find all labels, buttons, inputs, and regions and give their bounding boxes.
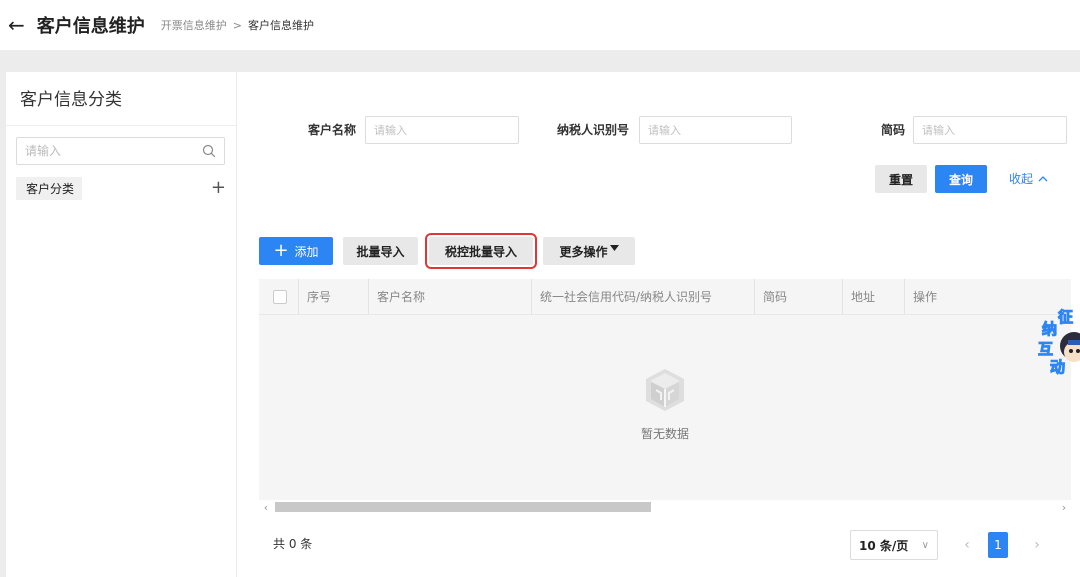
next-page-icon[interactable]: › [1027, 530, 1047, 560]
short-name-label: 简码 [881, 123, 906, 137]
more-operations-label: 更多操作 [559, 244, 608, 259]
prev-page-icon[interactable]: ‹ [957, 530, 977, 560]
more-operations-button[interactable]: 更多操作 [543, 237, 635, 265]
col-index: 序号 [299, 279, 369, 314]
scroll-right-icon[interactable]: › [1057, 501, 1071, 514]
batch-import-button[interactable]: 批量导入 [343, 237, 418, 265]
total-count: 共 0 条 [273, 537, 313, 551]
page-size-select[interactable]: 10 条/页 ∨ [850, 530, 938, 560]
col-address: 地址 [843, 279, 905, 314]
page-number-1[interactable]: 1 [988, 532, 1008, 558]
empty-state: 暂无数据 [259, 316, 1071, 493]
main-panel: 客户名称 纳税人识别号 简码 重置 查询 收起 + 添加 批量导入 税控批量导入… [237, 72, 1080, 577]
table-header: 序号 客户名称 统一社会信用代码/纳税人识别号 简码 地址 操作 [259, 279, 1071, 315]
category-sidebar: 客户信息分类 客户分类 + [6, 72, 236, 577]
collapse-toggle[interactable]: 收起 [1009, 165, 1049, 193]
taxpayer-id-input[interactable] [639, 116, 792, 144]
scroll-thumb[interactable] [275, 502, 651, 512]
add-button-label: 添加 [294, 244, 319, 259]
caret-down-icon [609, 245, 619, 251]
breadcrumb-current: 客户信息维护 [247, 19, 314, 32]
reset-button[interactable]: 重置 [875, 165, 927, 193]
empty-box-icon [646, 369, 684, 411]
sidebar-search-input[interactable] [25, 144, 202, 158]
assistant-char-2: 纳 [1041, 320, 1058, 339]
add-category-icon[interactable]: + [211, 179, 228, 197]
tax-batch-import-button[interactable]: 税控批量导入 [425, 233, 537, 269]
assistant-char-4: 动 [1049, 358, 1066, 377]
tree-row: 客户分类 + [16, 176, 228, 200]
page-header: ← 客户信息维护 开票信息维护 > 客户信息维护 [0, 0, 1080, 50]
search-icon[interactable] [202, 144, 216, 158]
back-arrow-icon[interactable]: ← [8, 15, 25, 35]
col-credit-code: 统一社会信用代码/纳税人识别号 [532, 279, 755, 314]
taxpayer-id-label: 纳税人识别号 [557, 123, 630, 137]
assistant-char-1: 征 [1057, 308, 1074, 327]
chevron-up-icon [1038, 176, 1048, 182]
sidebar-search-box [16, 137, 225, 165]
collapse-label: 收起 [1009, 172, 1034, 186]
page-title: 客户信息维护 [36, 16, 145, 37]
scroll-left-icon[interactable]: ‹ [259, 501, 273, 514]
empty-text: 暂无数据 [640, 427, 689, 441]
page-size-value: 10 条/页 [859, 538, 909, 553]
horizontal-scrollbar[interactable]: ‹ › [259, 500, 1071, 514]
breadcrumb: 开票信息维护 > 客户信息维护 [161, 17, 314, 33]
query-button[interactable]: 查询 [935, 165, 987, 193]
select-all-cell [259, 279, 299, 314]
customer-table: 序号 客户名称 统一社会信用代码/纳税人识别号 简码 地址 操作 暂无数据 [259, 279, 1071, 505]
tree-item-customer-category[interactable]: 客户分类 [16, 176, 83, 200]
breadcrumb-separator: > [232, 18, 242, 32]
short-name-input[interactable] [913, 116, 1067, 144]
sidebar-title: 客户信息分类 [6, 72, 236, 126]
customer-name-input[interactable] [365, 116, 519, 144]
breadcrumb-parent[interactable]: 开票信息维护 [161, 17, 227, 33]
col-customer-name: 客户名称 [369, 279, 532, 314]
chevron-down-icon: ∨ [921, 539, 929, 551]
assistant-widget[interactable]: 征 纳 互 动 [1034, 306, 1080, 380]
add-button[interactable]: + 添加 [259, 237, 333, 265]
customer-name-label: 客户名称 [308, 123, 357, 137]
select-all-checkbox[interactable] [273, 289, 287, 304]
plus-icon: + [273, 240, 289, 261]
col-short-name: 简码 [755, 279, 843, 314]
